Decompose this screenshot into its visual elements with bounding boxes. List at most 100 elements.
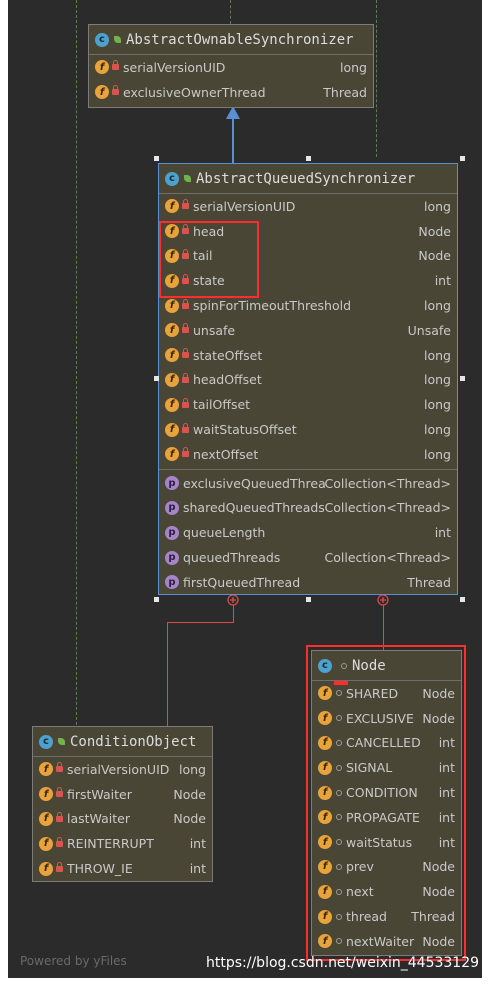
property-row-name: exclusiveQueuedThreads <box>183 475 325 491</box>
field-row-name: serialVersionUID <box>67 761 170 777</box>
property-row: p firstQueuedThread Thread <box>159 570 457 595</box>
field-row-type: long <box>424 422 451 438</box>
field-row: f serialVersionUID long <box>159 194 457 219</box>
property-row: p queueLength int <box>159 520 457 545</box>
class-condition-object[interactable]: c ConditionObject f serialVersionUID long f… <box>32 726 213 882</box>
watermark-url: https://blog.csdn.net/weixin_44533129 <box>206 955 480 971</box>
field-row-name: unsafe <box>193 322 236 338</box>
property-icon: p <box>165 525 179 540</box>
class-header: c ConditionObject <box>33 727 212 757</box>
private-lock-icon <box>182 372 189 383</box>
dashed-connector-left <box>76 0 77 735</box>
field-icon: f <box>39 861 53 876</box>
field-row-type: Node <box>418 248 451 264</box>
field-row: f lastWaiter Node <box>33 807 212 832</box>
field-row-name: lastWaiter <box>67 811 130 827</box>
field-row: f headOffset long <box>159 368 457 393</box>
fields-section: f serialVersionUID long f firstWaiter Node f la… <box>33 757 212 881</box>
private-lock-icon <box>56 861 63 872</box>
private-lock-icon <box>182 447 189 458</box>
selection-handle[interactable] <box>460 376 465 381</box>
field-icon: f <box>95 85 109 100</box>
field-icon: f <box>165 348 179 363</box>
selection-handle[interactable] <box>306 156 311 161</box>
field-row: f REINTERRUPT int <box>33 831 212 856</box>
inheritance-line <box>232 118 234 163</box>
field-type: long <box>340 59 367 75</box>
field-row: f tailOffset long <box>159 392 457 417</box>
property-row-type: int <box>434 525 451 541</box>
field-row-type: long <box>179 761 206 777</box>
class-icon: c <box>95 32 109 47</box>
highlight-marker <box>334 681 348 685</box>
inner-link-condition-v1 <box>233 605 234 622</box>
field-row-name: stateOffset <box>193 347 263 363</box>
field-row-type: Node <box>418 223 451 239</box>
private-lock-icon <box>56 762 63 773</box>
inheritance-arrow-icon <box>226 106 240 119</box>
property-row-type: Collection<Thread> <box>324 475 451 491</box>
field-row: f stateOffset long <box>159 343 457 368</box>
property-row-name: sharedQueuedThreads <box>183 500 325 516</box>
class-icon: c <box>165 171 179 186</box>
class-header: c AbstractOwnableSynchronizer <box>89 25 373 55</box>
diagram-canvas: c AbstractOwnableSynchronizer f serialVe… <box>8 0 482 978</box>
field-row: f THROW_IE int <box>33 856 212 881</box>
properties-section: p exclusiveQueuedThreads Collection<Thread… <box>159 468 457 595</box>
property-icon: p <box>165 476 179 491</box>
private-lock-icon <box>182 298 189 309</box>
class-title: AbstractQueuedSynchronizer <box>196 170 416 187</box>
field-icon: f <box>165 199 179 214</box>
class-title: ConditionObject <box>70 733 197 750</box>
private-lock-icon <box>182 397 189 408</box>
field-row: f exclusiveOwnerThread Thread <box>89 80 373 105</box>
field-name: serialVersionUID <box>123 59 226 75</box>
selection-handle[interactable] <box>154 156 159 161</box>
inner-class-connector-icon <box>377 594 389 606</box>
inner-class-connector-icon <box>227 594 239 606</box>
selection-handle[interactable] <box>460 597 465 602</box>
field-type: Thread <box>323 84 367 100</box>
private-lock-icon <box>112 85 119 96</box>
property-row: p sharedQueuedThreads Collection<Thread> <box>159 496 457 521</box>
property-row: p exclusiveQueuedThreads Collection<Thread… <box>159 471 457 496</box>
selection-handle[interactable] <box>154 597 159 602</box>
field-row: f serialVersionUID long <box>33 757 212 782</box>
property-row-name: queuedThreads <box>183 550 281 566</box>
field-row-type: int <box>189 836 206 852</box>
class-header: c AbstractQueuedSynchronizer <box>159 164 457 194</box>
inner-link-condition-h <box>167 622 234 623</box>
inner-link-node <box>383 605 384 650</box>
private-lock-icon <box>112 60 119 71</box>
private-lock-icon <box>182 422 189 433</box>
private-lock-icon <box>182 348 189 359</box>
selection-handle[interactable] <box>154 376 159 381</box>
field-icon: f <box>165 298 179 313</box>
field-row-name: waitStatusOffset <box>193 422 297 438</box>
abstract-leaf-icon <box>184 175 191 182</box>
property-icon: p <box>165 575 179 590</box>
abstract-leaf-icon <box>114 36 121 43</box>
property-row-type: Collection<Thread> <box>324 550 451 566</box>
property-row-name: firstQueuedThread <box>183 574 301 590</box>
field-icon: f <box>39 787 53 802</box>
field-row-type: long <box>424 397 451 413</box>
highlight-box-node <box>306 645 466 961</box>
private-lock-icon <box>182 323 189 334</box>
field-row-type: long <box>424 372 451 388</box>
field-row-type: Node <box>173 811 206 827</box>
field-row-name: nextOffset <box>193 446 259 462</box>
property-row-type: Collection<Thread> <box>324 500 451 516</box>
property-row-type: Thread <box>407 574 451 590</box>
field-row-type: long <box>424 198 451 214</box>
private-lock-icon <box>182 199 189 210</box>
class-abstract-ownable-synchronizer[interactable]: c AbstractOwnableSynchronizer f serialVe… <box>88 24 374 108</box>
field-row: f serialVersionUID long <box>89 55 373 80</box>
selection-handle[interactable] <box>306 597 311 602</box>
class-title: AbstractOwnableSynchronizer <box>126 31 354 48</box>
class-leaf-icon <box>58 738 65 745</box>
field-row-name: serialVersionUID <box>193 198 296 214</box>
selection-handle[interactable] <box>460 156 465 161</box>
field-icon: f <box>165 397 179 412</box>
highlight-box-head-tail-state <box>159 221 259 298</box>
